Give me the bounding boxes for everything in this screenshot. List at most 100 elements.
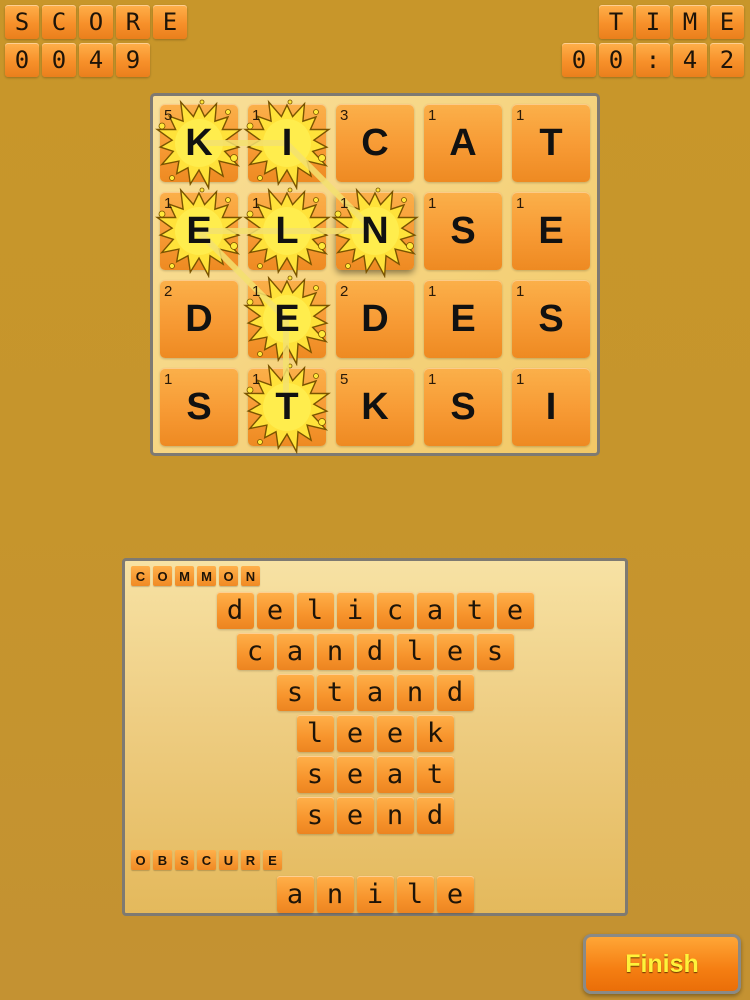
tile-letter: K xyxy=(361,385,389,428)
tile-letter: E xyxy=(538,209,564,252)
finish-button[interactable]: Finish xyxy=(583,934,741,994)
common-label-tile: N xyxy=(241,566,260,586)
word-letter-tile: d xyxy=(436,674,474,711)
common-label-tile: O xyxy=(153,566,172,586)
letter-tile[interactable]: 1E xyxy=(424,280,502,358)
word-letter-tile: a xyxy=(376,756,414,793)
word-letter-tile: d xyxy=(416,797,454,834)
found-word: sendsend xyxy=(125,797,625,834)
score-digit-tile: 0 xyxy=(5,43,39,77)
word-letter-tile: d xyxy=(216,592,254,629)
obscure-label-tile: R xyxy=(241,850,260,870)
word-letter-tile: e xyxy=(336,756,374,793)
tile-letter: C xyxy=(361,121,389,164)
score-label-tile: C xyxy=(42,5,76,39)
tile-letter: E xyxy=(186,209,212,252)
common-category-label: COMMON xyxy=(131,566,260,586)
score-label-tile: S xyxy=(5,5,39,39)
letter-tile[interactable]: 2D xyxy=(160,280,238,358)
time-label-tile: T xyxy=(599,5,633,39)
letter-tile[interactable]: 1S xyxy=(160,368,238,446)
obscure-category-label: OBSCURE xyxy=(131,850,282,870)
letter-tile[interactable]: 5K xyxy=(336,368,414,446)
word-letter-tile: i xyxy=(356,876,394,913)
word-letter-tile: n xyxy=(316,876,354,913)
tile-letter: D xyxy=(361,297,389,340)
word-letter-tile: l xyxy=(396,876,434,913)
tile-letter: E xyxy=(274,297,300,340)
word-letter-tile: n xyxy=(316,633,354,670)
tile-letter: I xyxy=(545,385,557,428)
word-letter-tile: n xyxy=(376,797,414,834)
word-letter-tile: a xyxy=(276,876,314,913)
letter-tile[interactable]: 1T xyxy=(243,363,331,454)
tile-letter: A xyxy=(449,121,477,164)
word-letter-tile: s xyxy=(296,756,334,793)
word-letter-tile: e xyxy=(336,715,374,752)
time-label-tile: M xyxy=(673,5,707,39)
tile-letter: S xyxy=(186,385,212,428)
obscure-label-tile: O xyxy=(131,850,150,870)
word-letter-tile: n xyxy=(396,674,434,711)
tile-letter: N xyxy=(361,209,389,252)
score-digit-tile: 9 xyxy=(116,43,150,77)
word-letter-tile: s xyxy=(296,797,334,834)
found-word: standstand xyxy=(125,674,625,711)
word-letter-tile: c xyxy=(236,633,274,670)
letter-tile[interactable]: 1T xyxy=(512,104,590,182)
word-letter-tile: e xyxy=(436,633,474,670)
word-letter-tile: t xyxy=(316,674,354,711)
word-letter-tile: a xyxy=(276,633,314,670)
score-label-tile: O xyxy=(79,5,113,39)
letter-tile[interactable]: 1S xyxy=(424,192,502,270)
word-letter-tile: t xyxy=(456,592,494,629)
word-letter-tile: s xyxy=(276,674,314,711)
found-words-panel: COMMON delicatedelicatecandlescandlessta… xyxy=(122,558,628,916)
time-label-tile: I xyxy=(636,5,670,39)
score-digit-tile: 4 xyxy=(79,43,113,77)
obscure-label-tile: S xyxy=(175,850,194,870)
word-letter-tile: a xyxy=(356,674,394,711)
score-label-tile: R xyxy=(116,5,150,39)
tile-letter: E xyxy=(450,297,476,340)
word-letter-tile: e xyxy=(256,592,294,629)
found-word: candlescandles xyxy=(125,633,625,670)
obscure-label-tile: E xyxy=(263,850,282,870)
word-letter-tile: c xyxy=(376,592,414,629)
word-letter-tile: l xyxy=(396,633,434,670)
word-letter-tile: d xyxy=(356,633,394,670)
letter-tile[interactable]: 1I xyxy=(512,368,590,446)
letter-tile[interactable]: 2D xyxy=(336,280,414,358)
letter-tile[interactable]: 1N xyxy=(331,187,419,278)
letter-tile[interactable]: 3C xyxy=(336,104,414,182)
obscure-label-tile: C xyxy=(197,850,216,870)
time-digit-tile: 0 xyxy=(562,43,596,77)
word-letter-tile: s xyxy=(476,633,514,670)
letter-tile[interactable]: 5K xyxy=(155,99,243,190)
time-label: TIME xyxy=(599,5,744,39)
word-letter-tile: e xyxy=(496,592,534,629)
word-letter-tile: l xyxy=(296,592,334,629)
letter-tile[interactable]: 1E xyxy=(243,275,331,366)
letter-tile[interactable]: 1S xyxy=(512,280,590,358)
found-word: leekleek xyxy=(125,715,625,752)
letter-tile[interactable]: 1E xyxy=(512,192,590,270)
time-digit-tile: 2 xyxy=(710,43,744,77)
tile-letter: K xyxy=(185,121,213,164)
obscure-label-tile: B xyxy=(153,850,172,870)
letter-tile[interactable]: 1E xyxy=(155,187,243,278)
common-label-tile: C xyxy=(131,566,150,586)
common-label-tile: O xyxy=(219,566,238,586)
letter-tile[interactable]: 1I xyxy=(243,99,331,190)
time-digit-tile: 4 xyxy=(673,43,707,77)
letter-tile[interactable]: 1A xyxy=(424,104,502,182)
letter-tile[interactable]: 1L xyxy=(243,187,331,278)
score-digit-tile: 0 xyxy=(42,43,76,77)
word-letter-tile: i xyxy=(336,592,374,629)
tile-letter: I xyxy=(281,121,293,164)
tile-letter: T xyxy=(539,121,563,164)
letter-tile[interactable]: 1S xyxy=(424,368,502,446)
word-letter-tile: t xyxy=(416,756,454,793)
letter-board: 5K 1I3C1A1T 1E 1L 1N1S1E2D 1E2D1E1S1S 1T… xyxy=(150,93,600,456)
tile-letter: S xyxy=(538,297,564,340)
